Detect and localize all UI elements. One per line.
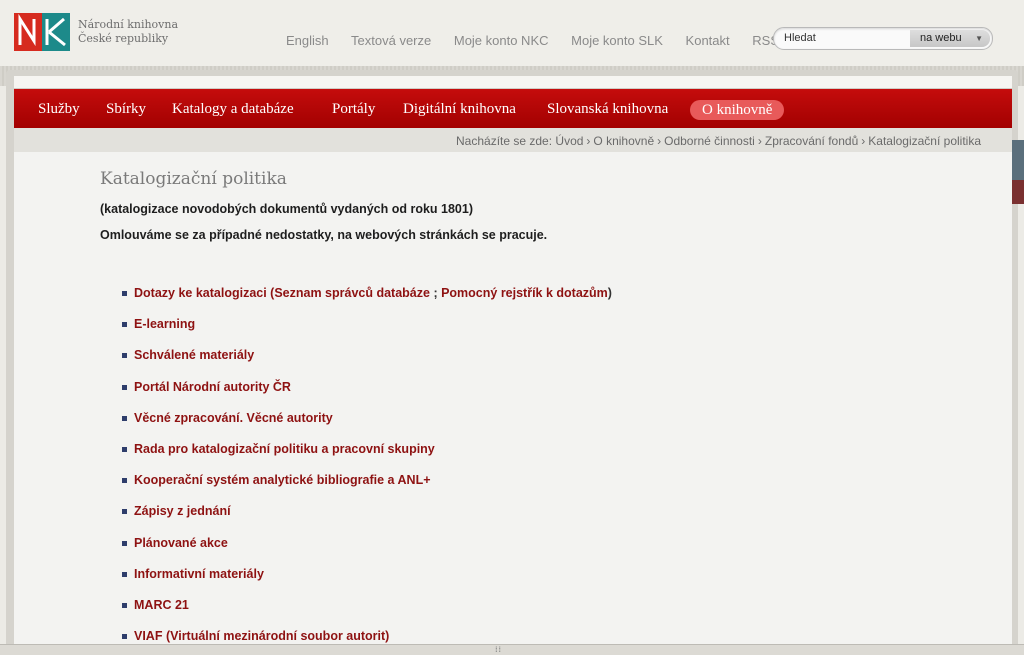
list-item: Kooperační systém analytické bibliografi… xyxy=(122,473,612,504)
resize-grip-icon[interactable]: ⁞⁞ xyxy=(495,645,502,654)
bottom-bar: ⁞⁞ xyxy=(0,644,1024,655)
link-marc21[interactable]: MARC 21 xyxy=(134,598,189,612)
bullet-icon xyxy=(122,322,127,328)
top-link-my-account-slk[interactable]: Moje konto SLK xyxy=(571,33,663,48)
link-viaf[interactable]: VIAF (Virtuální mezinárodní soubor autor… xyxy=(134,629,389,643)
bullet-icon xyxy=(122,571,127,577)
link-informative-materials[interactable]: Informativní materiály xyxy=(134,567,264,581)
link-national-authority-portal[interactable]: Portál Národní autority ČR xyxy=(134,380,291,394)
breadcrumb-bar: Nacházíte se zde: Úvod › O knihovně › Odborn… xyxy=(14,128,1012,152)
bullet-icon xyxy=(122,415,127,421)
nav-item-catalogs[interactable]: Katalogy a databáze xyxy=(172,101,294,118)
link-approved-materials[interactable]: Schválené materiály xyxy=(134,348,254,362)
link-e-learning[interactable]: E-learning xyxy=(134,317,195,331)
bullet-icon xyxy=(122,384,127,390)
breadcrumb-item-professional-activities[interactable]: Odborné činnosti xyxy=(664,134,755,148)
link-meeting-minutes[interactable]: Zápisy z jednání xyxy=(134,504,231,518)
bullet-icon xyxy=(122,602,127,608)
link-planned-events[interactable]: Plánované akce xyxy=(134,536,228,550)
page-title: Katalogizační politika xyxy=(100,169,287,189)
search-input[interactable] xyxy=(784,31,904,45)
list-item: MARC 21 xyxy=(122,598,612,629)
list-item: Schválené materiály xyxy=(122,348,612,379)
nav-item-slavonic-library[interactable]: Slovanská knihovna xyxy=(547,101,668,118)
construction-notice: Omlouváme se za případné nedostatky, na … xyxy=(100,228,548,242)
link-cataloging-questions[interactable]: Dotazy ke katalogizaci xyxy=(134,286,267,300)
nav-item-about-library[interactable]: O knihovně xyxy=(690,100,785,120)
link-database-admins[interactable]: Seznam správců databáze xyxy=(274,286,430,300)
bullet-icon xyxy=(122,353,127,359)
top-link-english[interactable]: English xyxy=(286,33,329,48)
link-query-index[interactable]: Pomocný rejstřík k dotazům xyxy=(441,286,608,300)
link-list: Dotazy ke katalogizaci (Seznam správců d… xyxy=(122,286,612,644)
breadcrumb-item-home[interactable]: Úvod xyxy=(555,134,583,148)
top-link-contact[interactable]: Kontakt xyxy=(686,33,730,48)
top-links: English Textová verze Moje konto NKC Moj… xyxy=(286,33,798,48)
breadcrumb-separator-icon: › xyxy=(861,134,866,148)
main-content: Katalogizační politika (katalogizace nov… xyxy=(14,152,1012,644)
link-separator: ; xyxy=(429,286,442,300)
frame-top-strip xyxy=(14,76,1012,89)
nav-item-collections[interactable]: Sbírky xyxy=(106,101,146,118)
nk-logo-icon[interactable] xyxy=(14,13,70,51)
link-subject-processing[interactable]: Věcné zpracování. Věcné autority xyxy=(134,411,333,425)
page-subtitle: (katalogizace novodobých dokumentů vydan… xyxy=(100,202,473,216)
library-name-line2: České republiky xyxy=(78,32,169,45)
main-nav: Služby Sbírky Katalogy a databáze Portál… xyxy=(14,89,1012,128)
link-cataloging-council[interactable]: Rada pro katalogizační politiku a pracov… xyxy=(134,442,435,456)
nav-item-services[interactable]: Služby xyxy=(38,101,80,118)
list-item: Dotazy ke katalogizaci (Seznam správců d… xyxy=(122,286,612,317)
breadcrumb: Nacházíte se zde: Úvod › O knihovně › Odborn… xyxy=(456,134,981,148)
paren-close: ) xyxy=(607,286,612,300)
list-item: E-learning xyxy=(122,317,612,348)
dropdown-arrow-icon: ▼ xyxy=(975,34,983,43)
site-header: Národní knihovna České republiky English… xyxy=(0,0,1024,68)
top-link-text-version[interactable]: Textová verze xyxy=(351,33,431,48)
breadcrumb-separator-icon: › xyxy=(657,134,662,148)
list-item: Rada pro katalogizační politiku a pracov… xyxy=(122,442,612,473)
top-link-my-account-nkc[interactable]: Moje konto NKC xyxy=(454,33,549,48)
bullet-icon xyxy=(122,446,127,452)
library-name[interactable]: Národní knihovna České republiky xyxy=(78,18,178,46)
bullet-icon xyxy=(122,509,127,515)
search-scope-value: na webu xyxy=(920,32,962,44)
breadcrumb-item-current: Katalogizační politika xyxy=(868,134,981,148)
breadcrumb-item-collection-processing[interactable]: Zpracování fondů xyxy=(765,134,858,148)
search-box: na webu ▼ xyxy=(773,27,993,50)
library-name-line1: Národní knihovna xyxy=(78,18,179,31)
bullet-icon xyxy=(122,540,127,546)
bullet-icon xyxy=(122,478,127,484)
breadcrumb-prefix: Nacházíte se zde: xyxy=(456,134,553,148)
nav-item-portals[interactable]: Portály xyxy=(332,101,375,118)
breadcrumb-item-about[interactable]: O knihovně xyxy=(593,134,654,148)
list-item: Plánované akce xyxy=(122,536,612,567)
list-item: Portál Národní autority ČR xyxy=(122,380,612,411)
list-item: Zápisy z jednání xyxy=(122,504,612,535)
breadcrumb-separator-icon: › xyxy=(586,134,591,148)
list-item: VIAF (Virtuální mezinárodní soubor autor… xyxy=(122,629,612,644)
list-item: Informativní materiály xyxy=(122,567,612,598)
link-cooperative-system[interactable]: Kooperační systém analytické bibliografi… xyxy=(134,473,431,487)
bullet-icon xyxy=(122,634,127,640)
search-scope-select[interactable]: na webu ▼ xyxy=(910,30,990,47)
nav-item-digital-library[interactable]: Digitální knihovna xyxy=(403,101,516,118)
list-item: Věcné zpracování. Věcné autority xyxy=(122,411,612,442)
breadcrumb-separator-icon: › xyxy=(757,134,762,148)
side-tab-secondary[interactable] xyxy=(1012,180,1024,204)
bullet-icon xyxy=(122,291,127,296)
